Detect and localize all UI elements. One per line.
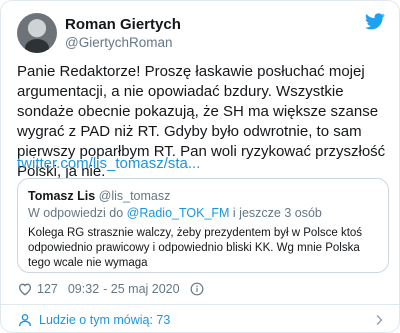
avatar[interactable] <box>17 13 57 53</box>
quoted-author-handle: @lis_tomasz <box>98 189 171 203</box>
info-icon[interactable] <box>190 282 204 296</box>
reply-suffix: i jeszcze 3 osób <box>229 206 322 220</box>
tweet-card: Roman Giertych @GiertychRoman Panie Reda… <box>0 0 400 333</box>
tweet-date[interactable]: - 25 maj 2020 <box>103 282 179 296</box>
quoted-header: Tomasz Lis @lis_tomasz <box>28 188 378 204</box>
tweet-time[interactable]: 09:32 <box>68 282 99 296</box>
conversation-footer[interactable]: Ludzie o tym mówią: 73 <box>17 311 385 329</box>
chevron-right-icon[interactable] <box>373 314 385 326</box>
reply-to-link[interactable]: @Radio_TOK_FM <box>127 206 230 220</box>
heart-icon[interactable] <box>17 281 33 297</box>
footer-divider <box>1 304 399 305</box>
tweet-meta: 127 09:32 - 25 maj 2020 <box>17 281 204 297</box>
twitter-bird-icon[interactable] <box>365 13 385 30</box>
quoted-tweet[interactable]: Tomasz Lis @lis_tomasz W odpowiedzi do @… <box>17 178 389 273</box>
reply-prefix: W odpowiedzi do <box>28 206 127 220</box>
like-count[interactable]: 127 <box>37 282 58 296</box>
tweet-link[interactable]: twitter.com/lis_tomasz/sta... <box>17 154 200 174</box>
author-handle[interactable]: @GiertychRoman <box>65 35 173 50</box>
quoted-text: Kolega RG strasznie walczy, żeby prezyde… <box>28 227 363 269</box>
author-name[interactable]: Roman Giertych <box>65 16 181 33</box>
person-icon <box>19 314 31 327</box>
tweet-header: Roman Giertych @GiertychRoman <box>17 13 385 53</box>
quoted-author-name: Tomasz Lis <box>28 189 96 203</box>
quoted-reply-context: W odpowiedzi do @Radio_TOK_FM i jeszcze … <box>28 205 378 221</box>
people-talking-link[interactable]: Ludzie o tym mówią: 73 <box>39 313 170 327</box>
